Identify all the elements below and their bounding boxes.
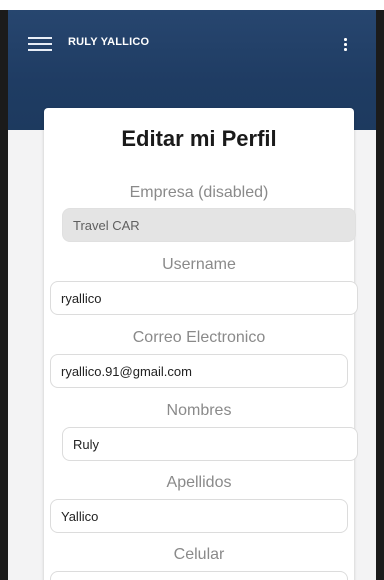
correo-label: Correo Electronico (132, 329, 266, 346)
username-label: Username (162, 256, 236, 273)
left-frame-border (0, 10, 8, 580)
app-bar-title: RULY YALLICO (68, 36, 150, 48)
apellidos-field[interactable] (50, 499, 348, 533)
empresa-field (62, 208, 356, 242)
username-field[interactable] (50, 281, 358, 315)
right-frame-border (376, 10, 384, 580)
edit-profile-card: Editar mi Perfil Empresa (disabled) User… (44, 108, 358, 580)
more-vertical-icon[interactable] (340, 34, 350, 54)
celular-field[interactable] (50, 571, 348, 580)
celular-label: Celular (173, 546, 225, 563)
page-title: Editar mi Perfil (121, 126, 277, 151)
empresa-label: Empresa (disabled) (129, 184, 269, 201)
email-field[interactable] (50, 354, 348, 388)
nombres-field[interactable] (62, 427, 358, 461)
apellidos-label: Apellidos (166, 474, 232, 491)
app-frame: RULY YALLICO Editar mi Perfil Empresa (d… (8, 10, 376, 580)
nombres-label: Nombres (166, 402, 232, 419)
hamburger-menu-icon[interactable] (28, 34, 54, 54)
